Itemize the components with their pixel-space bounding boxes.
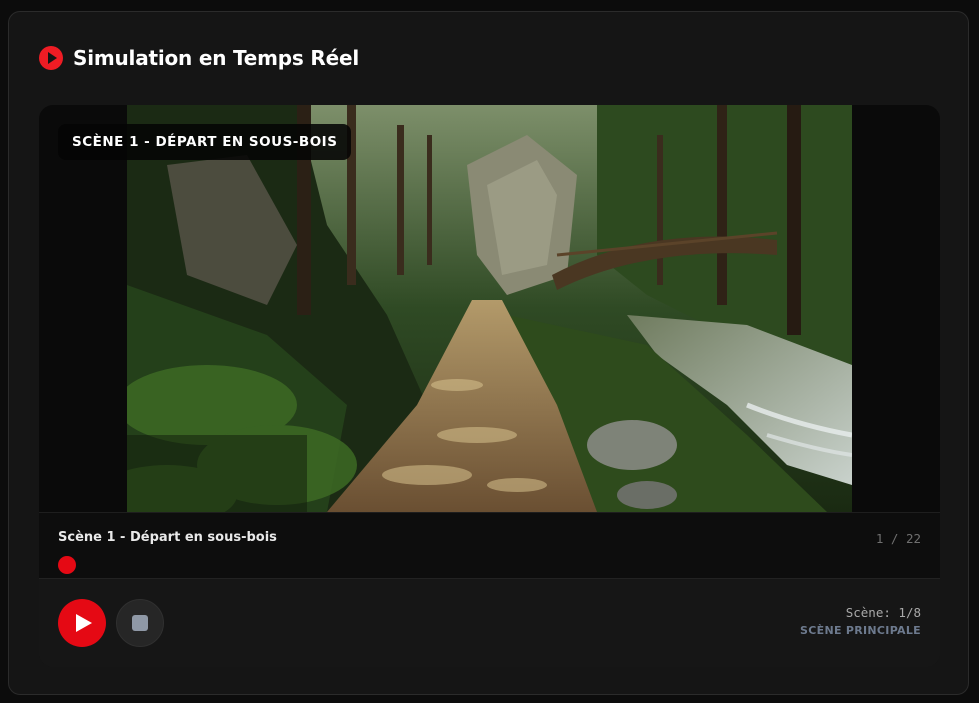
simulation-panel: Simulation en Temps Réel SCÈNE 1 - DÉPAR… — [8, 11, 969, 695]
stop-icon — [132, 615, 148, 631]
panel-header: Simulation en Temps Réel — [39, 46, 359, 70]
scene-progress-text: Scène: 1/8 — [845, 605, 921, 620]
video-player: SCÈNE 1 - DÉPART EN SOUS-BOIS Scène 1 - … — [39, 105, 940, 667]
frame-counter: 1 / 22 — [875, 531, 921, 546]
scene-type-label: SCÈNE PRINCIPALE — [800, 624, 921, 637]
scene-info-bar: Scène 1 - Départ en sous-bois 1 / 22 — [39, 512, 940, 579]
scene-progress: Scène: 1/8 SCÈNE PRINCIPALE — [800, 605, 921, 637]
recording-indicator — [58, 556, 76, 574]
scene-viewport: SCÈNE 1 - DÉPART EN SOUS-BOIS — [39, 105, 940, 512]
play-icon — [76, 614, 92, 632]
scene-image — [127, 105, 852, 512]
playback-controls: Scène: 1/8 SCÈNE PRINCIPALE — [39, 578, 940, 667]
scene-name: Scène 1 - Départ en sous-bois — [58, 530, 277, 545]
play-circle-icon — [39, 46, 63, 70]
play-button[interactable] — [58, 599, 106, 647]
panel-title: Simulation en Temps Réel — [73, 46, 359, 70]
stop-button[interactable] — [116, 599, 164, 647]
scene-title-badge: SCÈNE 1 - DÉPART EN SOUS-BOIS — [58, 124, 352, 160]
